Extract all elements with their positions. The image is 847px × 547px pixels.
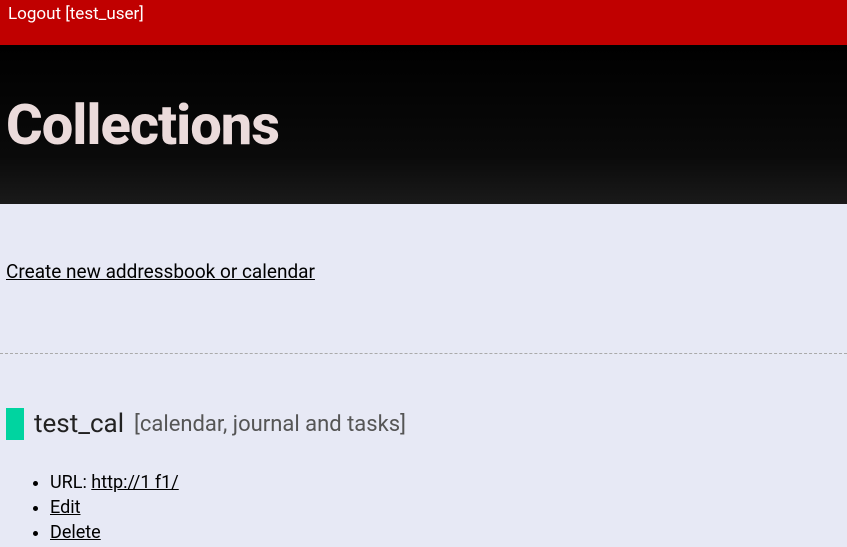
content-area: Create new addressbook or calendar [0, 204, 847, 283]
logout-suffix: ] [139, 4, 144, 24]
page-header: Collections [0, 45, 847, 204]
collection-name: test_cal [34, 409, 124, 439]
page-title: Collections [6, 92, 279, 158]
collection-details: URL: http://1 f1/ Edit [6, 472, 841, 543]
collection-title: test_cal [calendar, journal and tasks] [6, 408, 841, 440]
collection-item: test_cal [calendar, journal and tasks] U… [0, 354, 847, 543]
top-bar: Logout [test_user] [0, 0, 847, 45]
url-label: URL: [50, 472, 91, 493]
collection-type-label: [calendar, journal and tasks] [134, 412, 406, 437]
collection-edit-row: Edit [50, 497, 841, 518]
logout-link[interactable]: Logout [test_user] [8, 4, 144, 24]
logout-username: test_user [70, 4, 140, 24]
logout-prefix: Logout [ [8, 4, 70, 24]
delete-link[interactable]: Delete [50, 522, 101, 543]
collection-url-link[interactable]: http://1 f1/ [91, 472, 178, 493]
collection-delete-row: Delete [50, 522, 841, 543]
color-swatch-icon [6, 408, 24, 440]
edit-link[interactable]: Edit [50, 497, 80, 518]
collection-url-row: URL: http://1 f1/ [50, 472, 841, 493]
create-collection-link[interactable]: Create new addressbook or calendar [6, 260, 315, 283]
